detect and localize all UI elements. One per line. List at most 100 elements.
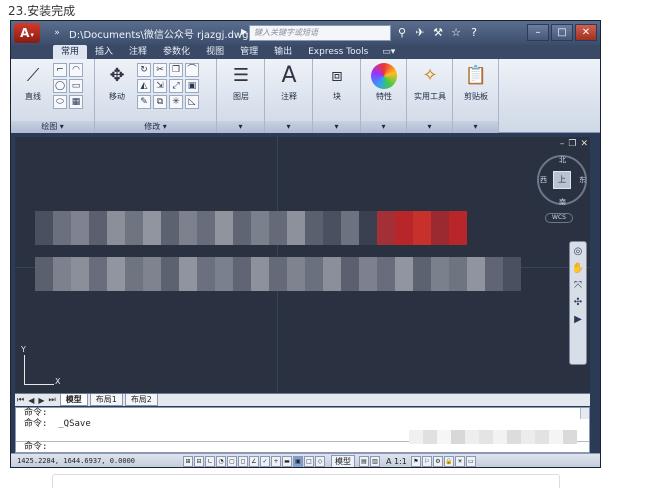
bulb-icon[interactable]: ☀ [454, 455, 465, 467]
quick-view-drawings-icon[interactable]: ▥ [370, 455, 380, 467]
ducs-toggle-icon[interactable]: ✓ [260, 455, 270, 467]
steering-wheel-icon[interactable]: ◎ [574, 246, 583, 257]
quick-access-expand-icon[interactable]: » [49, 26, 65, 40]
panel-draw-title[interactable]: 绘图 ▾ [11, 121, 94, 133]
workspace-icon[interactable]: ⚙ [432, 455, 443, 467]
lwt-toggle-icon[interactable]: ▬ [282, 455, 292, 467]
mirror-icon[interactable]: ◭ [137, 79, 151, 93]
drawing-area[interactable]: – ❐ ✕ 北 西 东 南 上 WCS ◎ ✋ ⤧ ✣ ▶ Y X [15, 137, 590, 393]
auto-scale-icon[interactable]: ⚐ [421, 455, 432, 467]
help-icon[interactable]: ? [467, 25, 481, 41]
snap-toggle-icon[interactable]: ⊞ [183, 455, 193, 467]
arc-icon[interactable]: ◠ [69, 63, 83, 77]
sc-toggle-icon[interactable]: ◇ [315, 455, 325, 467]
grid-toggle-icon[interactable]: ⊟ [194, 455, 204, 467]
circle-icon[interactable]: ◯ [53, 79, 67, 93]
annotation-scale[interactable]: A 1:1 [386, 457, 407, 466]
search-input[interactable]: 键入关键字或短语 [249, 25, 391, 41]
model-space-button[interactable]: 模型 [331, 454, 355, 467]
wcs-menu[interactable]: WCS [545, 213, 573, 223]
first-layout-icon[interactable]: ⏮ [15, 395, 26, 405]
tab-output[interactable]: 输出 [266, 45, 300, 59]
ellipse-icon[interactable]: ⬭ [53, 95, 67, 109]
next-layout-icon[interactable]: ▶ [36, 396, 46, 405]
viewcube[interactable]: 北 西 东 南 上 [537, 155, 587, 207]
panel-block-expand-icon[interactable]: ▾ [313, 121, 360, 133]
exchange-icon[interactable]: ⚒ [431, 25, 445, 41]
tab-parametric[interactable]: 参数化 [155, 45, 198, 59]
layout-tab-1[interactable]: 布局1 [89, 394, 123, 406]
annotation-button[interactable]: A 注释 [269, 63, 309, 102]
tpy-toggle-icon[interactable]: ▣ [293, 455, 303, 467]
dyn-toggle-icon[interactable]: + [271, 455, 281, 467]
panel-utilities-expand-icon[interactable]: ▾ [407, 121, 452, 133]
panel-properties-expand-icon[interactable]: ▾ [361, 121, 406, 133]
ribbon-toggle-icon[interactable]: ▭▾ [376, 45, 401, 59]
otrack-toggle-icon[interactable]: ∠ [249, 455, 259, 467]
ortho-toggle-icon[interactable]: ∟ [205, 455, 215, 467]
close-icon[interactable]: ✕ [575, 24, 597, 41]
layout-tab-model[interactable]: 模型 [59, 394, 88, 406]
restore-viewport-icon[interactable]: ❐ [568, 139, 576, 149]
array-icon[interactable]: ▣ [185, 79, 199, 93]
panel-annotation-expand-icon[interactable]: ▾ [265, 121, 312, 133]
block-button[interactable]: ⧈ 块 [317, 63, 357, 102]
panel-layers-expand-icon[interactable]: ▾ [217, 121, 264, 133]
osnap-toggle-icon[interactable]: ▢ [227, 455, 237, 467]
tab-manage[interactable]: 管理 [232, 45, 266, 59]
command-scrollbar[interactable] [580, 408, 589, 419]
panel-modify-title[interactable]: 修改 ▾ [95, 121, 216, 133]
lock-icon[interactable]: 🔒 [443, 455, 454, 467]
viewcube-south[interactable]: 南 [559, 197, 566, 207]
utilities-button[interactable]: ✧ 实用工具 [410, 63, 450, 102]
panel-clipboard-expand-icon[interactable]: ▾ [453, 121, 498, 133]
minimize-icon[interactable]: – [527, 24, 549, 41]
trim-icon[interactable]: ✂ [153, 63, 167, 77]
fillet-icon[interactable]: ⌒ [185, 63, 199, 77]
chamfer-icon[interactable]: ◺ [185, 95, 199, 109]
viewcube-north[interactable]: 北 [559, 155, 566, 165]
tab-insert[interactable]: 插入 [87, 45, 121, 59]
star-icon[interactable]: ☆ [449, 25, 463, 41]
clean-screen-icon[interactable]: ▭ [465, 455, 476, 467]
viewcube-top-face[interactable]: 上 [553, 171, 571, 189]
move-button[interactable]: ✥ 移动 [97, 63, 137, 102]
binoculars-icon[interactable]: ⚲ [395, 25, 409, 41]
rotate-icon[interactable]: ↻ [137, 63, 151, 77]
tab-view[interactable]: 视图 [198, 45, 232, 59]
polar-toggle-icon[interactable]: ◔ [216, 455, 226, 467]
copy-icon[interactable]: ❐ [169, 63, 183, 77]
polyline-icon[interactable]: ⌐ [53, 63, 67, 77]
annotation-visibility-icon[interactable]: ⚑ [410, 455, 421, 467]
showmotion-icon[interactable]: ▶ [574, 314, 582, 325]
quick-view-layouts-icon[interactable]: ▤ [359, 455, 369, 467]
maximize-icon[interactable]: □ [551, 24, 573, 41]
prev-layout-icon[interactable]: ◀ [26, 396, 36, 405]
hatch-icon[interactable]: ▦ [69, 95, 83, 109]
properties-button[interactable]: 特性 [364, 63, 404, 102]
pan-hand-icon[interactable]: ✋ [572, 263, 584, 274]
layout-tab-2[interactable]: 布局2 [124, 394, 158, 406]
last-layout-icon[interactable]: ⏭ [47, 395, 58, 405]
tab-express-tools[interactable]: Express Tools [300, 45, 376, 59]
zoom-extents-icon[interactable]: ⤧ [574, 280, 582, 291]
qp-toggle-icon[interactable]: □ [304, 455, 314, 467]
satellite-icon[interactable]: ✈ [413, 25, 427, 41]
offset-icon[interactable]: ⧉ [153, 95, 167, 109]
close-viewport-icon[interactable]: ✕ [580, 139, 588, 149]
tab-annotate[interactable]: 注释 [121, 45, 155, 59]
rectangle-icon[interactable]: ▭ [69, 79, 83, 93]
line-button[interactable]: ⟋ 直线 [13, 63, 53, 102]
orbit-icon[interactable]: ✣ [574, 297, 582, 308]
explode-icon[interactable]: ✳ [169, 95, 183, 109]
scale-icon[interactable]: ⤢ [169, 79, 183, 93]
3dosnap-toggle-icon[interactable]: ◻ [238, 455, 248, 467]
stretch-icon[interactable]: ⇲ [153, 79, 167, 93]
clipboard-button[interactable]: 📋 剪贴板 [456, 63, 496, 102]
application-menu-button[interactable]: A▾ [14, 23, 40, 43]
viewcube-west[interactable]: 西 [540, 175, 547, 185]
minimize-viewport-icon[interactable]: – [560, 139, 565, 149]
layers-button[interactable]: ☰ 图层 [221, 63, 261, 102]
tab-home[interactable]: 常用 [53, 45, 88, 59]
erase-icon[interactable]: ✎ [137, 95, 151, 109]
